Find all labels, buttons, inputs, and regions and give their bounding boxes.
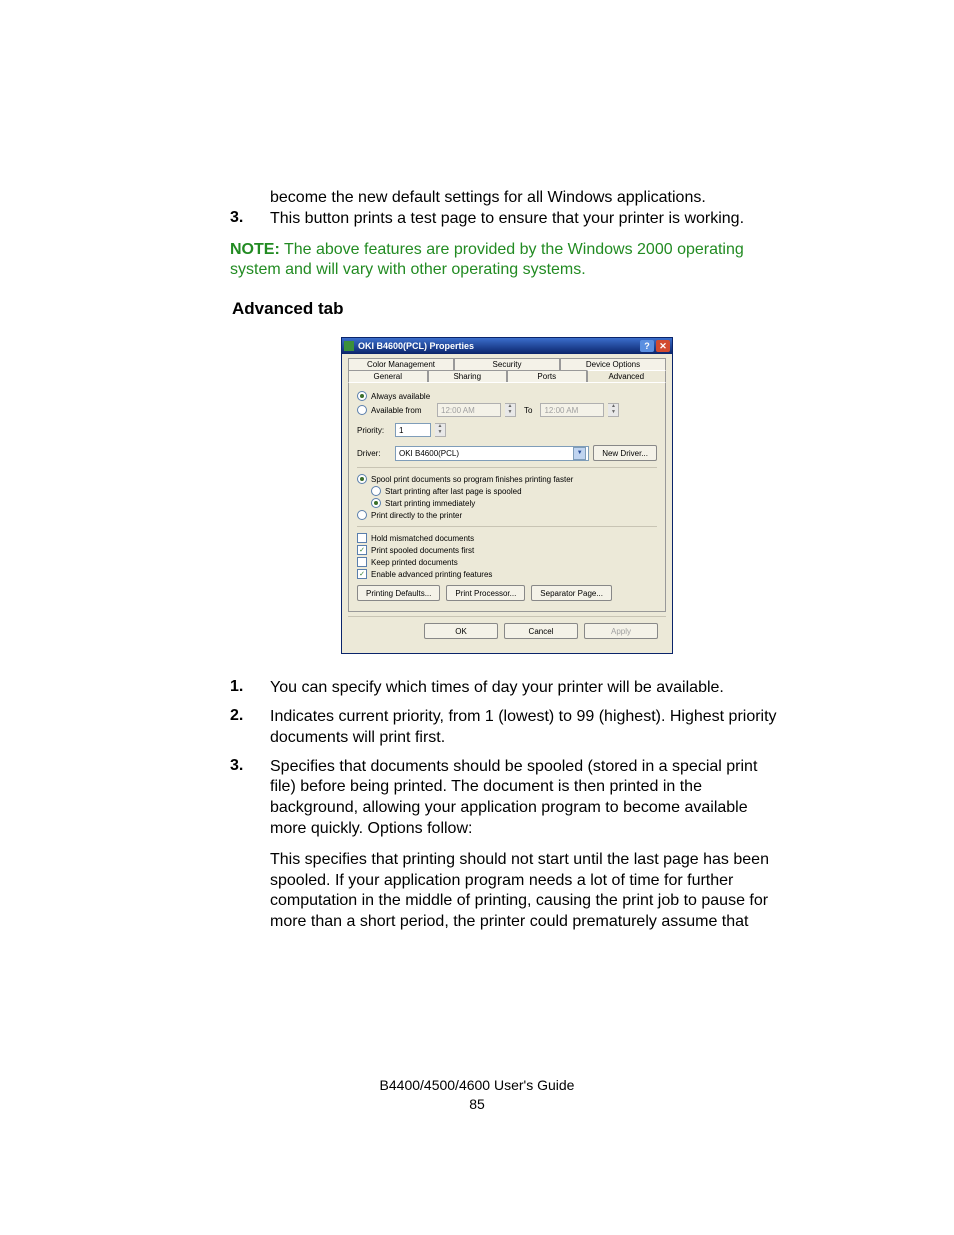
item-text: Specifies that documents should be spool… xyxy=(270,758,757,837)
titlebar: OKI B4600(PCL) Properties ? ✕ xyxy=(342,338,672,354)
list-item: 3. This button prints a test page to ens… xyxy=(230,209,784,230)
item-number: 2. xyxy=(230,707,270,749)
radio-label: Print directly to the printer xyxy=(371,511,462,520)
spin-control: ▲▼ xyxy=(608,403,619,417)
driver-label: Driver: xyxy=(357,449,391,458)
tab-sharing[interactable]: Sharing xyxy=(428,370,508,382)
note-block: NOTE: The above features are provided by… xyxy=(230,240,784,282)
radio-print-direct[interactable] xyxy=(357,510,367,520)
spin-control: ▲▼ xyxy=(505,403,516,417)
help-button[interactable]: ? xyxy=(640,340,654,352)
printing-defaults-button[interactable]: Printing Defaults... xyxy=(357,585,440,601)
radio-spool[interactable] xyxy=(357,474,367,484)
check-label: Print spooled documents first xyxy=(371,546,474,555)
cancel-button[interactable]: Cancel xyxy=(504,623,578,639)
time-from-input: 12:00 AM xyxy=(437,403,501,417)
intro-continuation: become the new default settings for all … xyxy=(270,188,784,209)
properties-dialog: OKI B4600(PCL) Properties ? ✕ Color Mana… xyxy=(341,337,673,654)
priority-label: Priority: xyxy=(357,426,391,435)
check-label: Hold mismatched documents xyxy=(371,534,474,543)
close-button[interactable]: ✕ xyxy=(656,340,670,352)
item-number: 1. xyxy=(230,678,270,699)
driver-value: OKI B4600(PCL) xyxy=(399,449,459,458)
time-to-input: 12:00 AM xyxy=(540,403,604,417)
item-extra: This specifies that printing should not … xyxy=(270,850,784,933)
tab-security[interactable]: Security xyxy=(454,358,560,370)
tab-general[interactable]: General xyxy=(348,370,428,382)
panel: Always available Available from 12:00 AM… xyxy=(348,382,666,612)
page-footer: B4400/4500/4600 User's Guide 85 xyxy=(0,1076,954,1115)
item-number: 3. xyxy=(230,757,270,933)
pre-list: 3. This button prints a test page to ens… xyxy=(230,209,784,230)
page-number: 85 xyxy=(0,1095,954,1115)
radio-label: Always available xyxy=(371,392,430,401)
item-text: You can specify which times of day your … xyxy=(270,678,724,699)
item-number: 3. xyxy=(230,209,270,230)
radio-label: Start printing after last page is spoole… xyxy=(385,487,522,496)
radio-label: Available from xyxy=(371,406,433,415)
check-spooled-first[interactable] xyxy=(357,545,367,555)
check-keep-printed[interactable] xyxy=(357,557,367,567)
check-enable-advanced[interactable] xyxy=(357,569,367,579)
tab-device-options[interactable]: Device Options xyxy=(560,358,666,370)
priority-input[interactable]: 1 xyxy=(395,423,431,437)
dialog-title: OKI B4600(PCL) Properties xyxy=(358,341,638,351)
list-item: 3. Specifies that documents should be sp… xyxy=(230,757,784,933)
check-hold-mismatched[interactable] xyxy=(357,533,367,543)
tab-ports[interactable]: Ports xyxy=(507,370,587,382)
print-processor-button[interactable]: Print Processor... xyxy=(446,585,525,601)
radio-label: Start printing immediately xyxy=(385,499,475,508)
dialog-footer-buttons: OK Cancel Apply xyxy=(348,616,666,647)
check-label: Keep printed documents xyxy=(371,558,458,567)
main-list: 1. You can specify which times of day yo… xyxy=(230,678,784,933)
note-text: The above features are provided by the W… xyxy=(230,241,744,279)
list-item: 2. Indicates current priority, from 1 (l… xyxy=(230,707,784,749)
driver-select[interactable]: OKI B4600(PCL) ▼ xyxy=(395,446,589,461)
radio-always-available[interactable] xyxy=(357,391,367,401)
radio-start-immediately[interactable] xyxy=(371,498,381,508)
to-label: To xyxy=(524,406,532,415)
printer-icon xyxy=(344,341,354,351)
radio-available-from[interactable] xyxy=(357,405,367,415)
new-driver-button[interactable]: New Driver... xyxy=(593,445,657,461)
check-label: Enable advanced printing features xyxy=(371,570,492,579)
tabs-row-front: General Sharing Ports Advanced xyxy=(348,370,666,382)
separator-page-button[interactable]: Separator Page... xyxy=(531,585,612,601)
chevron-down-icon: ▼ xyxy=(573,447,586,460)
section-heading: Advanced tab xyxy=(232,299,784,319)
item-text: This button prints a test page to ensure… xyxy=(270,209,744,230)
tabs-row-back: Color Management Security Device Options xyxy=(348,358,666,370)
tab-color-management[interactable]: Color Management xyxy=(348,358,454,370)
item-text: Indicates current priority, from 1 (lowe… xyxy=(270,707,784,749)
radio-start-after-last[interactable] xyxy=(371,486,381,496)
radio-label: Spool print documents so program finishe… xyxy=(371,475,573,484)
tab-advanced[interactable]: Advanced xyxy=(587,370,667,382)
ok-button[interactable]: OK xyxy=(424,623,498,639)
list-item: 1. You can specify which times of day yo… xyxy=(230,678,784,699)
apply-button[interactable]: Apply xyxy=(584,623,658,639)
footer-title: B4400/4500/4600 User's Guide xyxy=(0,1076,954,1096)
spin-control[interactable]: ▲▼ xyxy=(435,423,446,437)
dialog-screenshot: OKI B4600(PCL) Properties ? ✕ Color Mana… xyxy=(230,337,784,654)
note-label: NOTE: xyxy=(230,241,280,258)
